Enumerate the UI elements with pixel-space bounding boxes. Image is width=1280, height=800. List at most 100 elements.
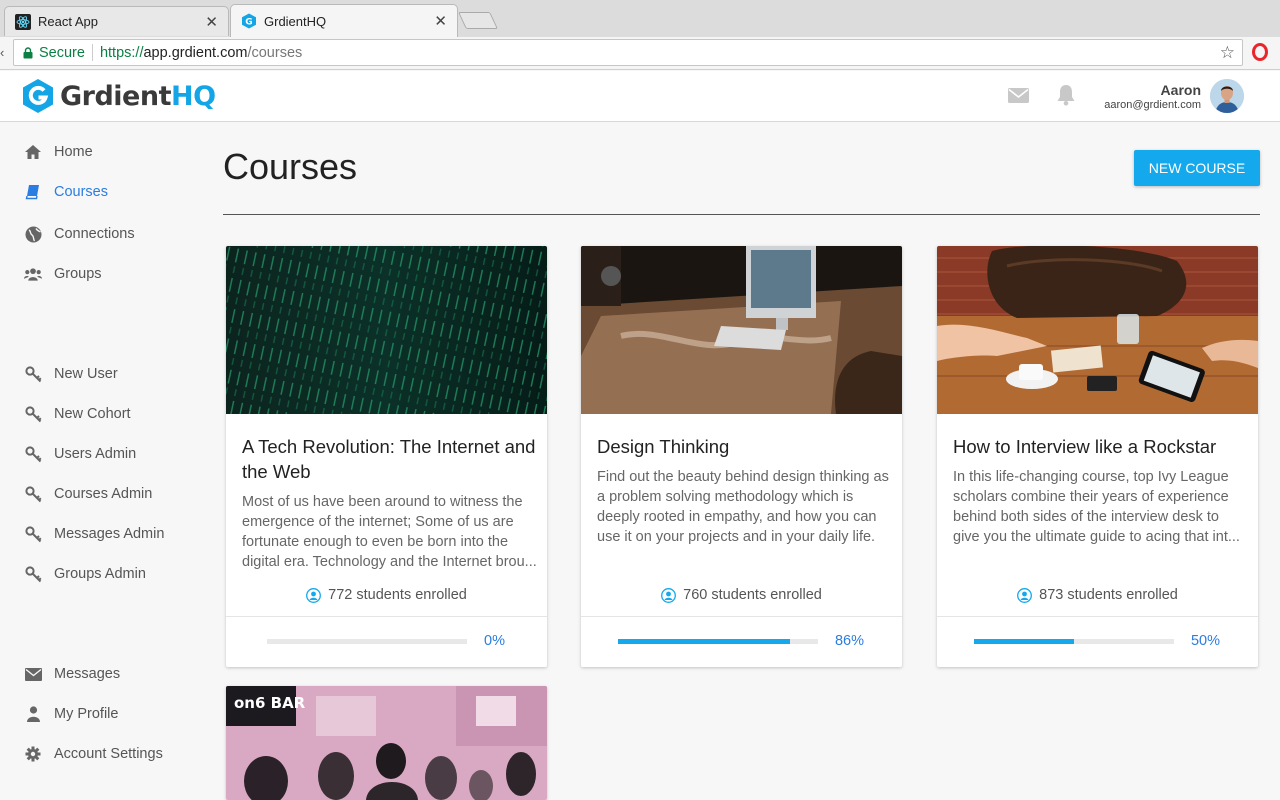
- enrolled-count: 873 students enrolled: [937, 587, 1258, 603]
- sidebar-item-courses-admin[interactable]: Courses Admin: [24, 485, 152, 503]
- browser-tabstrip: React App ✕ G GrdientHQ ✕: [0, 0, 1280, 38]
- browser-toolbar: Secure https://app.grdient.com/courses ☆: [0, 37, 1280, 70]
- course-title[interactable]: How to Interview like a Rockstar: [953, 434, 1248, 459]
- sidebar-item-connections[interactable]: Connections: [24, 225, 135, 243]
- user-email: aaron@grdient.com: [1104, 99, 1201, 111]
- key-icon: [24, 365, 42, 383]
- person-icon: [24, 705, 42, 723]
- course-card[interactable]: Design Thinking Find out the beauty behi…: [581, 246, 902, 667]
- progress-bar: [267, 639, 467, 644]
- gear-icon: [24, 745, 42, 763]
- key-icon: [24, 405, 42, 423]
- street-sign-text: on6 BAR: [234, 694, 306, 712]
- course-description: Find out the beauty behind design thinki…: [597, 469, 889, 545]
- page-title: Courses: [223, 146, 358, 187]
- sidebar-item-groups[interactable]: Groups: [24, 265, 102, 283]
- address-bar[interactable]: Secure https://app.grdient.com/courses ☆: [13, 39, 1243, 66]
- course-title[interactable]: A Tech Revolution: The Internet and the …: [242, 434, 537, 484]
- sidebar-item-label: Messages Admin: [54, 526, 165, 542]
- card-divider: [226, 616, 547, 617]
- opera-icon[interactable]: [1252, 43, 1268, 61]
- browser-tab-react-app[interactable]: React App ✕: [4, 6, 229, 36]
- sidebar-item-label: Home: [54, 144, 93, 160]
- key-icon: [24, 525, 42, 543]
- user-circle-icon: [661, 587, 677, 603]
- book-icon: [24, 183, 42, 201]
- progress-percent: 86%: [834, 633, 864, 649]
- user-name: Aaron: [1160, 82, 1201, 98]
- sidebar-item-label: My Profile: [54, 706, 119, 722]
- course-card[interactable]: on6 BAR: [226, 686, 547, 800]
- url-path: /courses: [247, 44, 303, 61]
- course-image-street: on6 BAR: [226, 686, 547, 800]
- sidebar-item-label: New User: [54, 366, 118, 382]
- logo-text: GrdientHQ: [60, 81, 216, 112]
- progress-percent: 50%: [1190, 633, 1220, 649]
- browser-tab-grdienthq[interactable]: G GrdientHQ ✕: [230, 4, 458, 37]
- progress-bar: [618, 639, 818, 644]
- sidebar-item-groups-admin[interactable]: Groups Admin: [24, 565, 146, 583]
- address-separator: [91, 44, 93, 61]
- close-tab-icon[interactable]: ✕: [434, 12, 447, 30]
- course-image-matrix: [226, 246, 547, 414]
- course-card[interactable]: A Tech Revolution: The Internet and the …: [226, 246, 547, 667]
- sidebar-item-users-admin[interactable]: Users Admin: [24, 445, 136, 463]
- enrolled-label: 772 students enrolled: [328, 587, 467, 603]
- logo-text-part1: Grdient: [60, 80, 172, 112]
- avatar[interactable]: [1210, 79, 1244, 113]
- logo-hexagon-icon: [23, 79, 53, 113]
- sidebar-item-home[interactable]: Home: [24, 143, 93, 161]
- key-icon: [24, 565, 42, 583]
- key-icon: [24, 485, 42, 503]
- key-icon: [24, 445, 42, 463]
- sidebar-item-label: Groups: [54, 266, 102, 282]
- sidebar-item-new-user[interactable]: New User: [24, 365, 118, 383]
- new-course-button[interactable]: NEW COURSE: [1134, 150, 1260, 186]
- sidebar-item-account-settings[interactable]: Account Settings: [24, 745, 163, 763]
- sidebar-item-label: Connections: [54, 226, 135, 242]
- tab-label: React App: [38, 14, 98, 29]
- logo[interactable]: GrdientHQ: [22, 78, 216, 114]
- sidebar-item-label: Users Admin: [54, 446, 137, 462]
- sidebar-item-my-profile[interactable]: My Profile: [24, 705, 118, 723]
- close-tab-icon[interactable]: ✕: [205, 13, 218, 31]
- sidebar-item-label: Groups Admin: [54, 566, 146, 582]
- globe-icon: [24, 225, 42, 243]
- user-circle-icon: [306, 587, 322, 603]
- progress-bar: [974, 639, 1174, 644]
- avatar-portrait-icon: [1210, 79, 1244, 113]
- react-icon: [15, 13, 31, 30]
- course-image-desk: [581, 246, 902, 414]
- sidebar-item-label: Courses Admin: [54, 486, 153, 502]
- lock-icon: [23, 46, 33, 58]
- new-tab-button[interactable]: [458, 12, 498, 29]
- sidebar-item-label: Account Settings: [54, 746, 163, 762]
- svg-text:G: G: [245, 18, 252, 28]
- tab-label: GrdientHQ: [264, 13, 327, 29]
- sidebar-item-courses[interactable]: Courses: [24, 183, 108, 201]
- sidebar-item-messages[interactable]: Messages: [24, 665, 120, 683]
- card-divider: [937, 616, 1258, 617]
- app-header: GrdientHQ Aaron aaron@grdient.com: [0, 71, 1280, 122]
- back-arrow-icon[interactable]: ‹: [0, 45, 4, 60]
- sidebar-item-label: Courses: [54, 184, 108, 200]
- course-title[interactable]: Design Thinking: [597, 434, 892, 459]
- course-description: In this life-changing course, top Ivy Le…: [953, 469, 1240, 545]
- user-circle-icon: [1017, 587, 1033, 603]
- mail-icon[interactable]: [1008, 88, 1029, 103]
- sidebar-item-messages-admin[interactable]: Messages Admin: [24, 525, 164, 543]
- course-card[interactable]: How to Interview like a Rockstar In this…: [937, 246, 1258, 667]
- course-description: Most of us have been around to witness t…: [242, 494, 537, 570]
- home-icon: [24, 143, 42, 161]
- card-divider: [581, 616, 902, 617]
- user-info[interactable]: Aaron aaron@grdient.com: [1104, 82, 1201, 111]
- grdient-favicon-icon: G: [242, 13, 256, 29]
- enrolled-label: 873 students enrolled: [1039, 587, 1178, 603]
- sidebar-item-new-cohort[interactable]: New Cohort: [24, 405, 131, 423]
- bookmark-star-icon[interactable]: ☆: [1220, 43, 1235, 63]
- bell-icon[interactable]: [1056, 84, 1076, 106]
- secure-label: Secure: [39, 44, 85, 61]
- progress-fill: [618, 639, 790, 644]
- users-icon: [24, 265, 42, 283]
- title-divider: [223, 214, 1260, 215]
